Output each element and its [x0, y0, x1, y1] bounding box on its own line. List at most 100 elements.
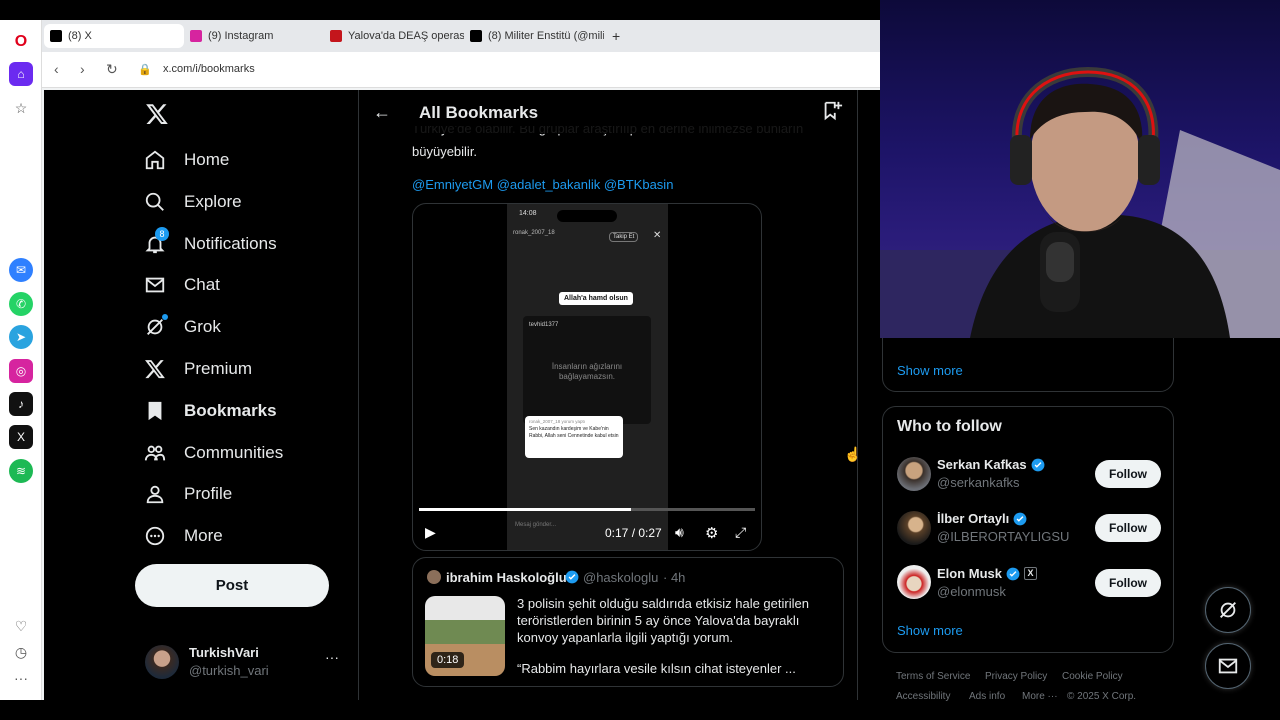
url-field[interactable]: x.com/i/bookmarks	[163, 63, 255, 75]
star-icon[interactable]: ☆	[9, 96, 33, 120]
nav-premium[interactable]: Premium	[144, 349, 252, 389]
quote-tweet[interactable]: ibrahim Haskoloğlu @haskologlu · 4h 0:18…	[412, 557, 844, 687]
tweet-text-line2: büyüyebilir.	[412, 144, 478, 159]
show-more-link[interactable]: Show more	[897, 623, 963, 638]
x-logo-icon[interactable]	[145, 102, 169, 126]
play-icon[interactable]: ▶	[425, 524, 436, 541]
follow-button[interactable]: Follow	[1095, 569, 1161, 597]
home-icon	[145, 150, 165, 170]
grok-float-button[interactable]	[1205, 587, 1251, 633]
lock-icon: 🔒	[138, 64, 152, 76]
grok-dot	[162, 314, 168, 320]
suggestion-handle: @elonmusk	[937, 584, 1006, 599]
tab-news[interactable]: Yalova'da DEAŞ operasyonu	[324, 24, 464, 48]
whatsapp-icon[interactable]: ✆	[9, 292, 33, 316]
home-icon[interactable]: ⌂	[9, 62, 33, 86]
settings-gear-icon[interactable]: ⚙	[705, 524, 718, 542]
messages-float-button[interactable]	[1205, 643, 1251, 689]
reload-icon[interactable]: ↻	[106, 61, 118, 78]
quote-avatar	[427, 570, 441, 584]
communities-icon	[144, 445, 166, 461]
telegram-icon[interactable]: ➤	[9, 325, 33, 349]
grok-icon	[1220, 602, 1236, 618]
history-icon[interactable]: ◷	[9, 640, 33, 664]
new-folder-icon[interactable]	[821, 100, 843, 122]
phone-time: 14:08	[519, 210, 537, 217]
nav-label: Notifications	[184, 234, 277, 253]
nav-label: More	[184, 526, 223, 545]
instagram-icon[interactable]: ◎	[9, 359, 33, 383]
post-button[interactable]: Post	[135, 564, 329, 607]
quote-author: ibrahim Haskoloğlu	[446, 570, 567, 585]
nav-explore[interactable]: Explore	[144, 182, 242, 222]
suggestion-name[interactable]: Elon Musk X	[937, 566, 1038, 581]
nav-chat[interactable]: Chat	[144, 265, 220, 305]
account-switcher[interactable]: TurkishVari @turkish_vari ···	[145, 643, 355, 683]
nav-notifications[interactable]: 8 Notifications	[144, 224, 277, 264]
tiktok-icon[interactable]: ♪	[9, 392, 33, 416]
search-icon	[145, 192, 164, 211]
suggestion-name[interactable]: Serkan Kafkas	[937, 457, 1045, 472]
more-icon[interactable]: ···	[9, 666, 33, 690]
opera-logo-icon[interactable]: O	[9, 30, 33, 54]
new-tab-button[interactable]: +	[608, 24, 628, 48]
instagram-icon	[190, 30, 202, 42]
follow-button[interactable]: Follow	[1095, 460, 1161, 488]
account-handle: @turkish_vari	[189, 663, 269, 678]
footer-privacy[interactable]: Privacy Policy	[985, 671, 1047, 682]
who-to-follow-title: Who to follow	[897, 418, 1002, 435]
nav-profile[interactable]: Profile	[144, 474, 232, 514]
quote-time: · 4h	[663, 570, 686, 585]
footer-ads[interactable]: Ads info	[969, 691, 1005, 702]
nav-grok[interactable]: Grok	[144, 307, 221, 347]
suggestion-name[interactable]: İlber Ortaylı	[937, 511, 1027, 526]
heart-icon[interactable]: ♡	[9, 614, 33, 638]
video-progress-track[interactable]	[419, 508, 755, 511]
nav-home[interactable]: Home	[144, 140, 229, 180]
tab-militer[interactable]: (8) Militer Enstitü (@militer	[464, 24, 604, 48]
avatar[interactable]	[897, 511, 931, 545]
nav-bookmarks[interactable]: Bookmarks	[144, 391, 277, 431]
footer-more[interactable]: More ···	[1022, 691, 1058, 702]
volume-icon[interactable]: 🔊︎	[675, 524, 684, 541]
nav-more[interactable]: More	[144, 516, 223, 556]
footer-cookie[interactable]: Cookie Policy	[1062, 671, 1123, 682]
nav-communities[interactable]: Communities	[144, 433, 283, 473]
top-strip	[0, 0, 880, 20]
video-player[interactable]: 14:08 ronak_2007_18 Takip Et ✕ Allah'a h…	[412, 203, 762, 551]
quote-text-2: “Rabbim hayırlara vesile kılsın cihat is…	[517, 661, 796, 676]
back-icon[interactable]: ‹	[54, 61, 59, 77]
tab-label: (8) Militer Enstitü (@militer	[488, 30, 604, 42]
verified-badge-icon	[1006, 567, 1020, 580]
quote-thumbnail[interactable]: 0:18	[425, 596, 505, 676]
close-icon: ✕	[653, 230, 662, 241]
account-menu-icon[interactable]: ···	[325, 649, 339, 665]
avatar[interactable]	[897, 457, 931, 491]
nav-label: Bookmarks	[184, 401, 277, 420]
cursor-icon: ☝	[844, 446, 862, 462]
avatar	[145, 645, 179, 679]
story-user: ronak_2007_18	[513, 230, 555, 236]
tab-instagram[interactable]: (9) Instagram	[184, 24, 324, 48]
webcam-overlay	[880, 0, 1280, 338]
reply-header: ronak_2007_18 yorum yaptı	[529, 419, 586, 424]
tab-x[interactable]: (8) X	[44, 24, 184, 48]
follow-button[interactable]: Follow	[1095, 514, 1161, 542]
back-arrow-icon[interactable]: ←	[373, 102, 391, 123]
nav-label: Grok	[184, 317, 221, 336]
reply-card: ronak_2007_18 yorum yaptı Sen kazandın k…	[525, 416, 623, 458]
tweet-mentions[interactable]: @EmniyetGM @adalet_bakanlik @BTKbasin	[412, 176, 673, 193]
avatar[interactable]	[897, 565, 931, 599]
footer-accessibility[interactable]: Accessibility	[896, 691, 950, 702]
reply-text: Sen kazandın kardeşim ve Kabe'nin Rabbi,…	[529, 426, 619, 439]
fullscreen-icon[interactable]: ⤢	[735, 524, 746, 541]
footer-terms[interactable]: Terms of Service	[896, 671, 970, 682]
messenger-icon[interactable]: ✉	[9, 258, 33, 282]
streamer-figure	[880, 66, 1280, 338]
x-app-icon[interactable]: X	[9, 425, 33, 449]
spotify-icon[interactable]: ≋	[9, 459, 33, 483]
story-caption: Allah'a hamd olsun	[559, 292, 633, 305]
forward-icon[interactable]: ›	[80, 61, 85, 77]
show-more-trends-link[interactable]: Show more	[897, 363, 963, 378]
inner-story: tevhid1377 İnsanların ağızlarını bağlaya…	[523, 316, 651, 424]
